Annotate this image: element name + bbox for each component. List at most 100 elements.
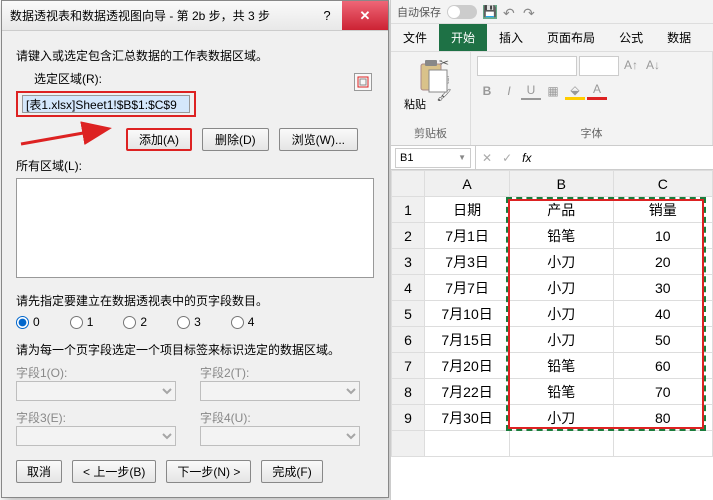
cell[interactable]: 7月22日 — [425, 379, 510, 405]
row-header[interactable]: 8 — [392, 379, 425, 405]
range-picker-icon[interactable] — [354, 73, 372, 91]
tab-data[interactable]: 数据 — [655, 24, 703, 51]
radio-4[interactable]: 4 — [231, 315, 255, 329]
cell[interactable]: 小刀 — [510, 327, 614, 353]
tab-insert[interactable]: 插入 — [487, 24, 535, 51]
spreadsheet-grid[interactable]: A B C 1日期产品销量 27月1日铅笔10 37月3日小刀20 47月7日小… — [391, 170, 713, 457]
font-color-icon[interactable]: A — [587, 82, 607, 100]
cell[interactable]: 60 — [613, 353, 712, 379]
cell[interactable]: 70 — [613, 379, 712, 405]
cell[interactable]: 7月7日 — [425, 275, 510, 301]
finish-button[interactable]: 完成(F) — [261, 460, 322, 483]
name-box[interactable]: B1▼ — [395, 148, 471, 168]
bold-icon[interactable]: B — [477, 82, 497, 100]
delete-button[interactable]: 删除(D) — [202, 128, 269, 151]
redo-icon[interactable]: ↷ — [523, 5, 537, 19]
confirm-formula-icon[interactable]: ✓ — [502, 151, 512, 165]
cell[interactable]: 铅笔 — [510, 379, 614, 405]
col-header-A[interactable]: A — [425, 171, 510, 197]
cell[interactable]: 小刀 — [510, 301, 614, 327]
row-header[interactable]: 5 — [392, 301, 425, 327]
cell[interactable]: 7月1日 — [425, 223, 510, 249]
cell[interactable]: 小刀 — [510, 249, 614, 275]
row-header[interactable]: 6 — [392, 327, 425, 353]
cell[interactable]: 日期 — [425, 197, 510, 223]
browse-button[interactable]: 浏览(W)... — [279, 128, 358, 151]
radio-3[interactable]: 3 — [177, 315, 201, 329]
cell[interactable]: 产品 — [510, 197, 614, 223]
tab-layout[interactable]: 页面布局 — [535, 24, 607, 51]
excel-window: 自动保存 💾 ↶ ↷ 文件 开始 插入 页面布局 公式 数据 粘贴 ✂ ⎘ — [390, 0, 713, 500]
range-input[interactable] — [22, 95, 190, 113]
tab-home[interactable]: 开始 — [439, 24, 487, 51]
cell[interactable]: 7月15日 — [425, 327, 510, 353]
radio-1[interactable]: 1 — [70, 315, 94, 329]
cell[interactable]: 7月20日 — [425, 353, 510, 379]
cell[interactable]: 20 — [613, 249, 712, 275]
select-all-corner[interactable] — [392, 171, 425, 197]
next-button[interactable]: 下一步(N) > — [166, 460, 251, 483]
range-label: 选定区域(R): — [34, 70, 374, 87]
cell[interactable]: 小刀 — [510, 275, 614, 301]
border-icon[interactable]: ▦ — [543, 82, 563, 100]
help-button[interactable]: ? — [312, 1, 342, 30]
font-select[interactable] — [477, 56, 577, 76]
cell[interactable]: 7月3日 — [425, 249, 510, 275]
fx-icon[interactable]: fx — [522, 151, 531, 165]
cell[interactable]: 铅笔 — [510, 223, 614, 249]
row-header[interactable]: 1 — [392, 197, 425, 223]
cancel-button[interactable]: 取消 — [16, 460, 62, 483]
radio-2[interactable]: 2 — [123, 315, 147, 329]
field2-select[interactable] — [200, 381, 360, 401]
instruction-text: 请键入或选定包含汇总数据的工作表数据区域。 — [16, 47, 374, 64]
field4-select[interactable] — [200, 426, 360, 446]
paste-icon — [397, 56, 433, 96]
row-header[interactable]: 4 — [392, 275, 425, 301]
cell[interactable]: 销量 — [613, 197, 712, 223]
italic-icon[interactable]: I — [499, 82, 519, 100]
add-button[interactable]: 添加(A) — [126, 128, 192, 151]
col-header-C[interactable]: C — [613, 171, 712, 197]
field3-select[interactable] — [16, 426, 176, 446]
close-button[interactable]: ✕ — [342, 1, 388, 30]
increase-font-icon[interactable]: A↑ — [621, 56, 641, 74]
tab-formula[interactable]: 公式 — [607, 24, 655, 51]
all-regions-list[interactable] — [16, 178, 374, 278]
clipboard-group-label: 剪贴板 — [397, 125, 464, 141]
cell[interactable] — [510, 431, 614, 457]
cancel-formula-icon[interactable]: ✕ — [482, 151, 492, 165]
arrow-annotation — [16, 127, 116, 151]
cell[interactable]: 铅笔 — [510, 353, 614, 379]
cell[interactable]: 小刀 — [510, 405, 614, 431]
cell[interactable] — [425, 431, 510, 457]
row-header[interactable]: 3 — [392, 249, 425, 275]
row-header[interactable] — [392, 431, 425, 457]
fill-color-icon[interactable]: ⬙ — [565, 82, 585, 100]
undo-icon[interactable]: ↶ — [503, 5, 517, 19]
decrease-font-icon[interactable]: A↓ — [643, 56, 663, 74]
row-header[interactable]: 9 — [392, 405, 425, 431]
cell[interactable] — [613, 431, 712, 457]
field-label-instruction: 请为每一个页字段选定一个项目标签来标识选定的数据区域。 — [16, 341, 374, 358]
radio-0[interactable]: 0 — [16, 315, 40, 329]
underline-icon[interactable]: U — [521, 82, 541, 100]
cell[interactable]: 7月10日 — [425, 301, 510, 327]
row-header[interactable]: 2 — [392, 223, 425, 249]
cell[interactable]: 40 — [613, 301, 712, 327]
cell[interactable]: 50 — [613, 327, 712, 353]
back-button[interactable]: < 上一步(B) — [72, 460, 156, 483]
font-size-select[interactable] — [579, 56, 619, 76]
col-header-B[interactable]: B — [510, 171, 614, 197]
cell[interactable]: 10 — [613, 223, 712, 249]
cell[interactable]: 80 — [613, 405, 712, 431]
field3-label: 字段3(E): — [16, 409, 176, 426]
tab-file[interactable]: 文件 — [391, 24, 439, 51]
autosave-toggle[interactable] — [447, 5, 477, 19]
save-icon[interactable]: 💾 — [483, 5, 497, 19]
row-header[interactable]: 7 — [392, 353, 425, 379]
paste-button[interactable]: 粘贴 — [397, 56, 433, 112]
field1-select[interactable] — [16, 381, 176, 401]
cell[interactable]: 30 — [613, 275, 712, 301]
ribbon-tabs: 文件 开始 插入 页面布局 公式 数据 — [391, 24, 713, 52]
cell[interactable]: 7月30日 — [425, 405, 510, 431]
